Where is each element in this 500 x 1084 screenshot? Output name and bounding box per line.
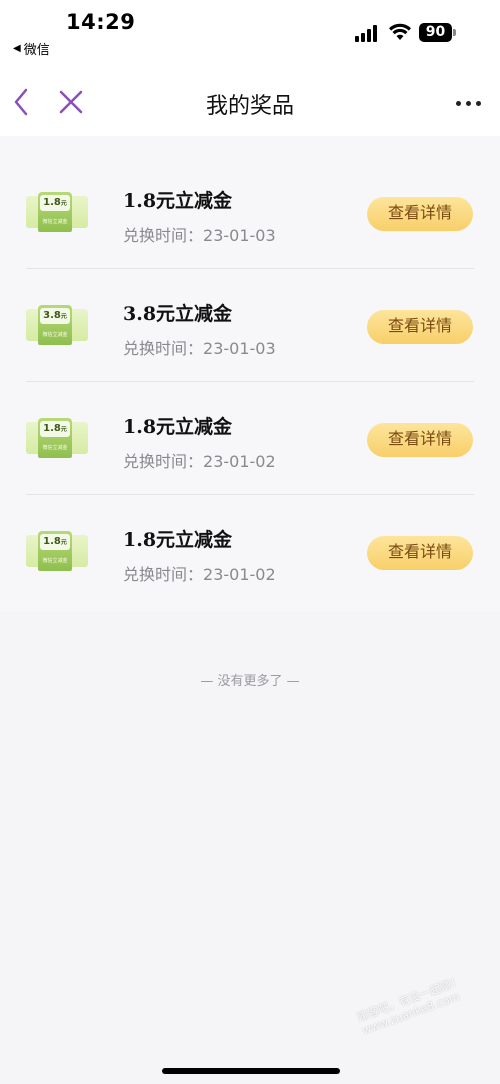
prize-item: 1.8元 微信立减金 1.8元立减金 兑换时间：23-01-02 查看详情 xyxy=(26,495,474,608)
prize-item: 1.8元 微信立减金 1.8元立减金 兑换时间：23-01-03 查看详情 xyxy=(26,156,474,269)
redeem-date: 兑换时间：23-01-03 xyxy=(123,226,276,245)
status-bar: 14:29 ◀ 微信 90 xyxy=(0,0,500,70)
redeem-date: 兑换时间：23-01-03 xyxy=(123,339,276,358)
redeem-date: 兑换时间：23-01-02 xyxy=(123,452,276,471)
page: 14:29 ◀ 微信 90 我的奖品 1.8元 微信立减金 1.8元立减金 兑换… xyxy=(0,0,500,1084)
battery-tip xyxy=(453,29,456,36)
back-to-app-link[interactable]: ◀ 微信 xyxy=(13,39,50,58)
battery-indicator: 90 xyxy=(419,23,452,42)
view-details-button[interactable]: 查看详情 xyxy=(367,310,473,344)
no-more-indicator: — 没有更多了 — xyxy=(200,674,300,689)
voucher-thumbnail: 3.8元 微信立减金 xyxy=(26,305,88,345)
redeem-date: 兑换时间：23-01-02 xyxy=(123,565,276,584)
prize-list: 1.8元 微信立减金 1.8元立减金 兑换时间：23-01-03 查看详情 3.… xyxy=(0,136,500,612)
prize-item: 3.8元 微信立减金 3.8元立减金 兑换时间：23-01-03 查看详情 xyxy=(26,269,474,382)
voucher-thumbnail: 1.8元 微信立减金 xyxy=(26,418,88,458)
page-title: 我的奖品 xyxy=(205,94,294,119)
prize-item: 1.8元 微信立减金 1.8元立减金 兑换时间：23-01-02 查看详情 xyxy=(26,382,474,495)
back-app-label: 微信 xyxy=(23,43,50,58)
home-indicator[interactable] xyxy=(162,1068,340,1074)
cellular-signal-icon xyxy=(355,24,377,42)
prize-title: 3.8元立减金 xyxy=(123,303,233,325)
voucher-thumbnail: 1.8元 微信立减金 xyxy=(26,531,88,571)
prize-title: 1.8元立减金 xyxy=(123,529,233,551)
view-details-button[interactable]: 查看详情 xyxy=(367,197,473,231)
watermark: 赚客吧，有没一起赚！www.zuanke8.com xyxy=(355,974,464,1038)
prize-title: 1.8元立减金 xyxy=(123,190,233,212)
more-icon[interactable] xyxy=(456,94,488,112)
back-triangle-icon: ◀ xyxy=(13,43,21,54)
nav-bar: 我的奖品 xyxy=(0,70,500,136)
status-time: 14:29 xyxy=(66,10,136,34)
view-details-button[interactable]: 查看详情 xyxy=(367,423,473,457)
prize-title: 1.8元立减金 xyxy=(123,416,233,438)
view-details-button[interactable]: 查看详情 xyxy=(367,536,473,570)
voucher-thumbnail: 1.8元 微信立减金 xyxy=(26,192,88,232)
wifi-icon xyxy=(389,23,411,40)
